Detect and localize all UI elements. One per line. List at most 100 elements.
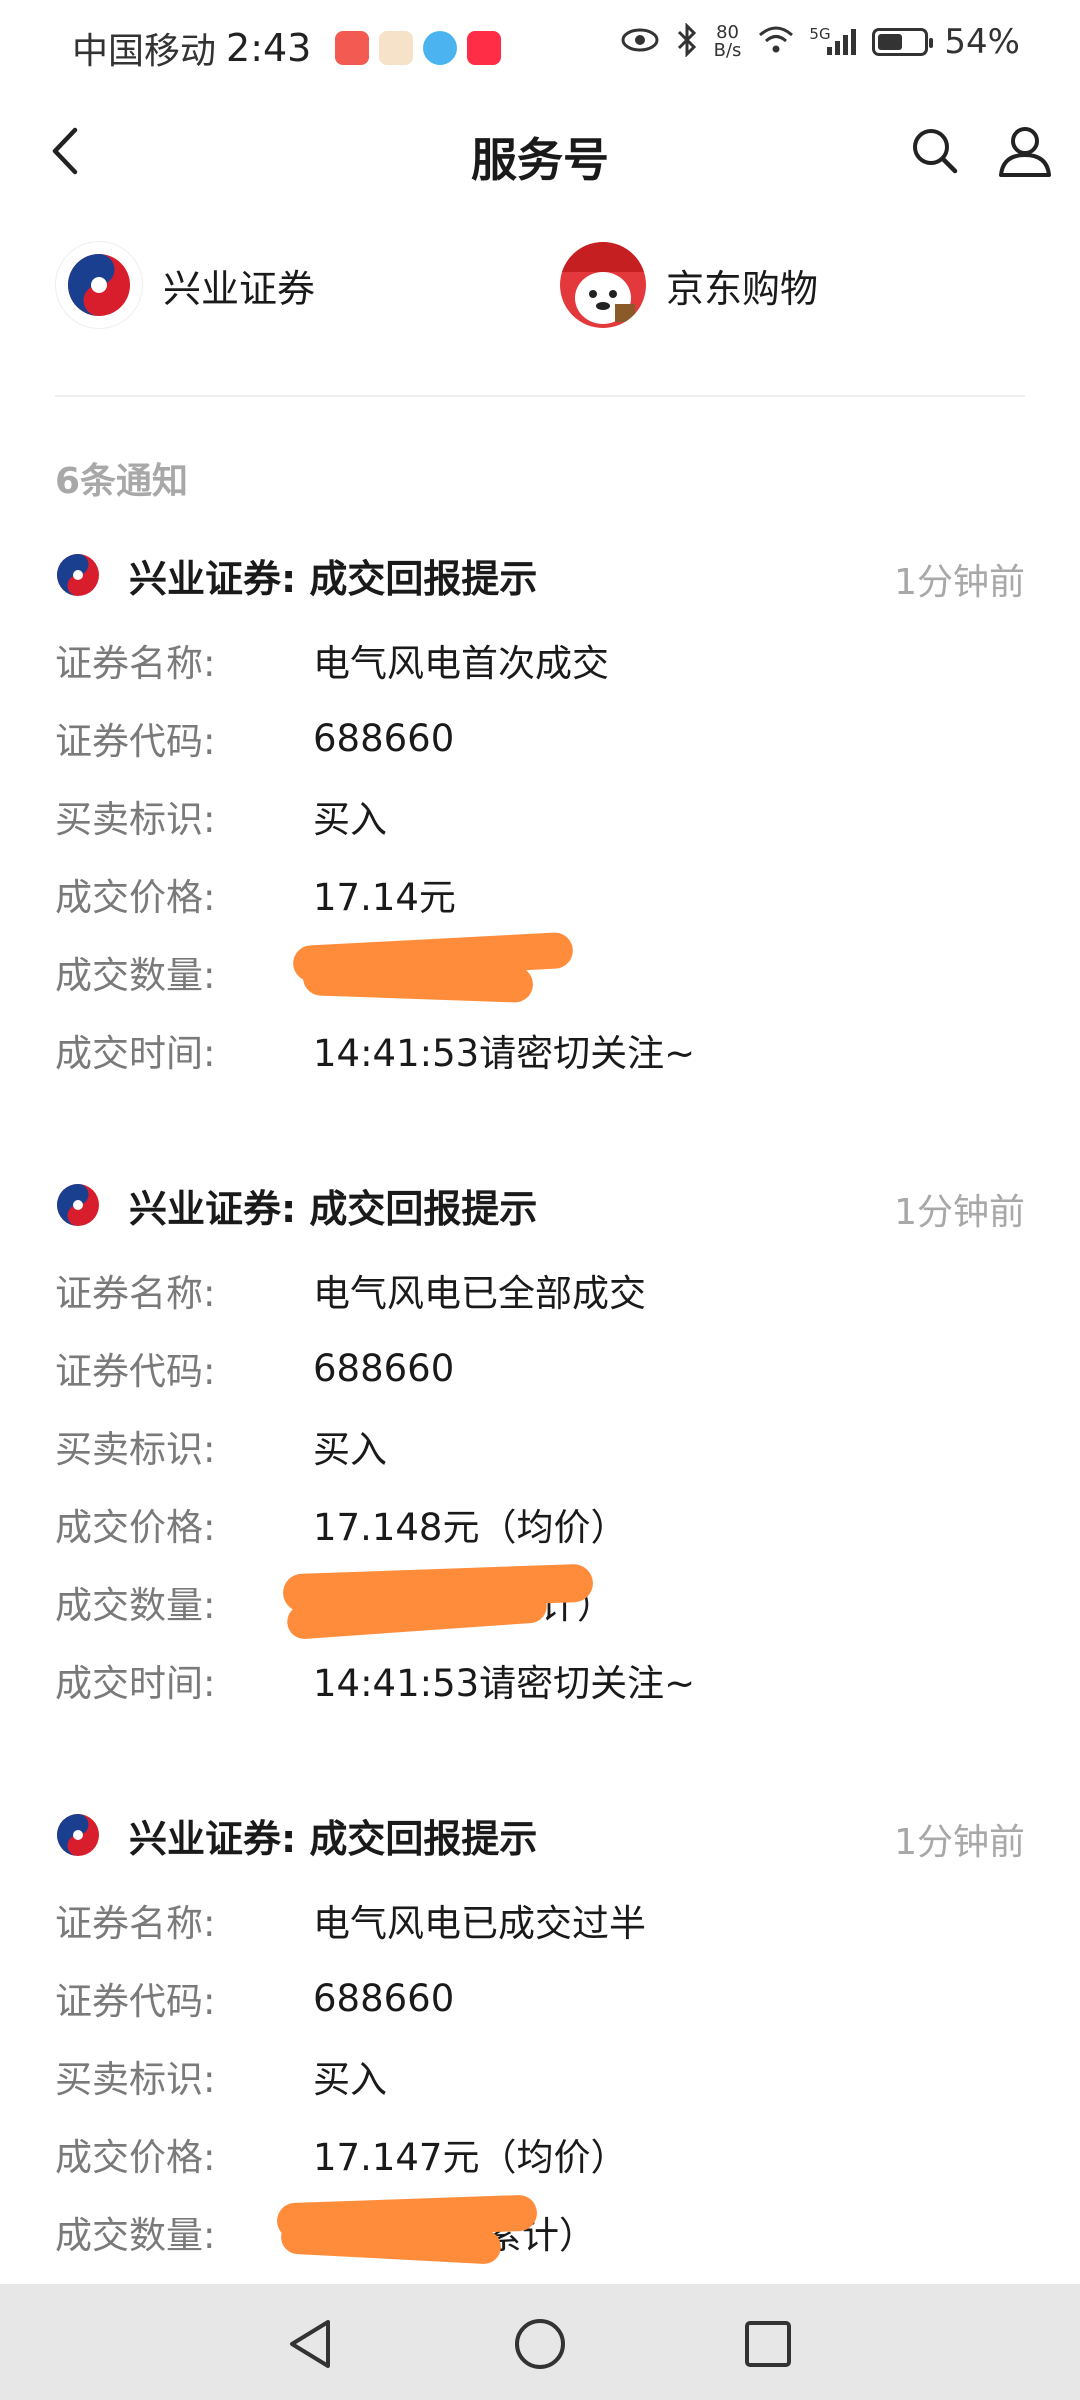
status-bar: 中国移动 2:43 80 B/s 5G 54%: [0, 0, 1080, 96]
field-row: 成交时间: 14:41:53请密切关注~: [55, 1641, 1025, 1719]
bluetooth-icon: [676, 22, 698, 61]
field-label: 成交价格:: [55, 1506, 216, 1549]
account-name: 京东购物: [666, 266, 819, 311]
notification-count: 6条通知: [55, 461, 189, 502]
status-right: 80 B/s 5G 54%: [620, 22, 1020, 62]
field-value: 17.147元（均价）: [313, 2136, 628, 2179]
field-label: 证券名称:: [55, 1272, 216, 1315]
field-row: 成交时间: 14:41:53请密切关注~: [55, 1011, 1025, 1089]
field-label: 成交时间:: [55, 1032, 216, 1075]
field-value: 14:41:53请密切关注~: [313, 1032, 696, 1075]
field-row: 成交价格: 17.148元（均价）: [55, 1485, 1025, 1563]
nav-home-button[interactable]: [508, 2312, 572, 2376]
field-label: 证券名称:: [55, 1902, 216, 1945]
field-label: 买卖标识:: [55, 798, 216, 841]
field-label: 买卖标识:: [55, 2058, 216, 2101]
field-row: 成交数量:: [55, 931, 1025, 1011]
notification-card[interactable]: 兴业证券: 成交回报提示 1分钟前 证券名称: 电气风电首次成交 证券代码: 688…: [55, 545, 1025, 1089]
field-label: 成交价格:: [55, 2136, 216, 2179]
xingye-logo-icon: [55, 1182, 101, 1228]
carrier-label: 中国移动: [72, 31, 217, 72]
status-left: 中国移动 2:43: [72, 22, 502, 74]
account-name: 兴业证券: [163, 266, 316, 311]
battery-icon: [872, 28, 934, 56]
circle-home-icon: [515, 2319, 565, 2369]
field-row: 成交价格: 17.14元: [55, 855, 1025, 933]
service-accounts: 兴业证券 京东购物: [55, 240, 1025, 370]
field-value: 买入: [313, 2058, 387, 2101]
divider: [55, 395, 1025, 397]
nav-recent-button[interactable]: [736, 2312, 800, 2376]
title-bar: 服务号: [0, 96, 1080, 210]
battery-percent: 54%: [944, 22, 1020, 62]
field-label: 证券代码:: [55, 1980, 216, 2023]
search-icon: [913, 129, 958, 174]
system-nav-bar: [0, 2284, 1080, 2400]
field-row: 成交数量: 累计）: [55, 1563, 1025, 1641]
field-value: 688660: [313, 1976, 455, 2020]
app-notification-icon: [467, 31, 502, 65]
wifi-icon: [757, 25, 795, 59]
battery-fill: [878, 34, 903, 50]
field-value: 电气风电首次成交: [313, 642, 609, 685]
app-notification-icon: [423, 31, 458, 65]
notification-title: 兴业证券: 成交回报提示: [129, 556, 538, 601]
field-label: 成交数量:: [55, 1584, 216, 1627]
network-speed: 80 B/s: [714, 24, 742, 60]
redaction-scribble: [302, 958, 534, 1004]
field-row: 买卖标识: 买入: [55, 777, 1025, 855]
account-item-jd[interactable]: 京东购物: [560, 240, 818, 330]
profile-button[interactable]: [990, 116, 1060, 186]
square-recent-icon: [745, 2321, 791, 2367]
eye-icon: [620, 26, 660, 58]
xingye-logo-icon: [55, 552, 101, 598]
account-item-xingye[interactable]: 兴业证券: [55, 240, 315, 330]
field-value: 买入: [313, 1428, 387, 1471]
field-row: 证券代码: 688660: [55, 1329, 1025, 1407]
nav-back-button[interactable]: [278, 2312, 342, 2376]
field-value: 14:41:53请密切关注~: [313, 1662, 696, 1705]
field-row: 证券名称: 电气风电已全部成交: [55, 1251, 1025, 1329]
app-notification-icon: [379, 31, 414, 65]
notification-time: 1分钟前: [894, 1192, 1025, 1233]
field-value: 688660: [313, 716, 455, 760]
field-row: 证券代码: 688660: [55, 699, 1025, 777]
field-row: 买卖标识: 买入: [55, 1407, 1025, 1485]
notification-header: 兴业证券: 成交回报提示 1分钟前: [55, 1175, 1025, 1235]
notification-time: 1分钟前: [894, 1822, 1025, 1863]
field-row: 证券代码: 688660: [55, 1959, 1025, 2037]
field-value: 17.148元（均价）: [313, 1506, 628, 1549]
person-icon: [999, 127, 1051, 177]
field-value: 688660: [313, 1346, 455, 1390]
field-label: 成交价格:: [55, 876, 216, 919]
app-notification-icon: [335, 31, 370, 65]
notification-card[interactable]: 兴业证券: 成交回报提示 1分钟前 证券名称: 电气风电已成交过半 证券代码: 68…: [55, 1805, 1025, 2271]
field-label: 证券代码:: [55, 1350, 216, 1393]
field-value: 17.14元: [313, 876, 456, 919]
triangle-back-icon: [290, 2320, 330, 2368]
field-label: 证券名称:: [55, 642, 216, 685]
field-label: 成交时间:: [55, 1662, 216, 1705]
field-label: 成交数量:: [55, 954, 216, 997]
speed-unit: B/s: [713, 40, 742, 61]
clock: 2:43: [226, 26, 312, 70]
field-row: 成交价格: 17.147元（均价）: [55, 2115, 1025, 2193]
notification-card[interactable]: 兴业证券: 成交回报提示 1分钟前 证券名称: 电气风电已全部成交 证券代码: 68…: [55, 1175, 1025, 1719]
field-value: 电气风电已全部成交: [313, 1272, 646, 1315]
notification-time: 1分钟前: [894, 562, 1025, 603]
field-row: 买卖标识: 买入: [55, 2037, 1025, 2115]
field-value: 买入: [313, 798, 387, 841]
field-row: 证券名称: 电气风电已成交过半: [55, 1881, 1025, 1959]
xingye-logo-icon: [55, 1812, 101, 1858]
field-label: 买卖标识:: [55, 1428, 216, 1471]
notification-header: 兴业证券: 成交回报提示 1分钟前: [55, 1805, 1025, 1865]
field-label: 证券代码:: [55, 720, 216, 763]
field-row: 成交数量: 累计）: [55, 2193, 1025, 2271]
notification-title: 兴业证券: 成交回报提示: [129, 1186, 538, 1231]
cellular-signal-icon: 5G: [809, 25, 857, 55]
field-row: 证券名称: 电气风电首次成交: [55, 621, 1025, 699]
xingye-logo-icon: [55, 241, 143, 329]
search-button[interactable]: [900, 116, 970, 186]
notification-header: 兴业证券: 成交回报提示 1分钟前: [55, 545, 1025, 605]
notification-title: 兴业证券: 成交回报提示: [129, 1816, 538, 1861]
